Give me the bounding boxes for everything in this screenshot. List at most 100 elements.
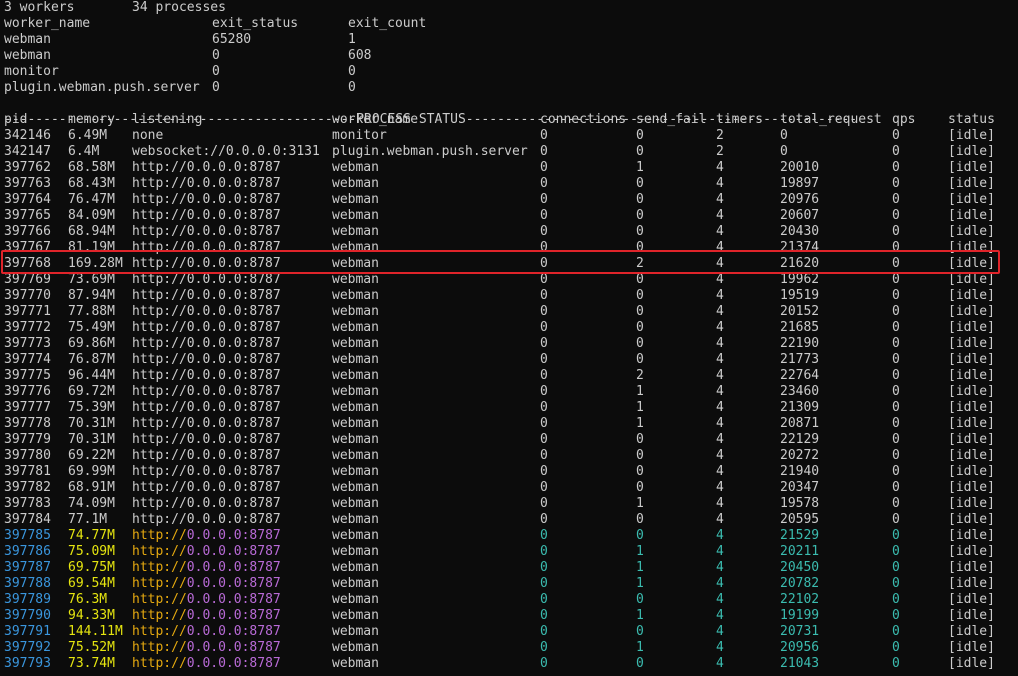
cell-listening: http://0.0.0.0:8787 [132,640,281,655]
cell-qps: 0 [892,352,900,367]
table-row: 397781 69.99M http://0.0.0.0:8787 webman 0 0 4… [0,464,1018,480]
exit-header: worker_name exit_status exit_count [0,16,1018,32]
exit-cell-worker-name: monitor [4,64,59,79]
cell-qps: 0 [892,384,900,399]
cell-memory: 74.77M [68,528,115,543]
cell-qps: 0 [892,400,900,415]
cell-send-fail: 0 [636,288,644,303]
cell-status: [idle] [948,544,995,559]
cell-worker-name: webman [332,560,379,575]
cell-status: [idle] [948,400,995,415]
cell-pid: 397775 [4,368,51,383]
cell-listening: http://0.0.0.0:8787 [132,160,281,175]
cell-qps: 0 [892,192,900,207]
cell-connections: 0 [540,224,548,239]
table-row: 397770 87.94M http://0.0.0.0:8787 webman 0 0 4… [0,288,1018,304]
cell-qps: 0 [892,448,900,463]
table-row: 342147 6.4M websocket://0.0.0.0:3131 plugin… [0,144,1018,160]
cell-memory: 76.47M [68,192,115,207]
col-qps: qps [892,112,916,127]
cell-qps: 0 [892,336,900,351]
cell-worker-name: webman [332,448,379,463]
cell-connections: 0 [540,560,548,575]
cell-worker-name: webman [332,528,379,543]
cell-connections: 0 [540,352,548,367]
cell-connections: 0 [540,160,548,175]
cell-connections: 0 [540,368,548,383]
cell-worker-name: webman [332,624,379,639]
cell-send-fail: 0 [636,192,644,207]
cell-timers: 4 [716,272,724,287]
cell-qps: 0 [892,576,900,591]
cell-total-request: 20595 [780,512,820,527]
cell-timers: 4 [716,192,724,207]
exit-cell-exit-count: 0 [348,64,356,79]
table-row: 397792 75.52M http://0.0.0.0:8787 webman 0 1 4… [0,640,1018,656]
cell-memory: 84.09M [68,208,115,223]
cell-pid: 397782 [4,480,51,495]
cell-pid: 342147 [4,144,51,159]
cell-status: [idle] [948,368,995,383]
table-row: 397775 96.44M http://0.0.0.0:8787 webman 0 2 4… [0,368,1018,384]
cell-pid: 397792 [4,640,51,655]
cell-status: [idle] [948,464,995,479]
cell-pid: 397769 [4,272,51,287]
cell-qps: 0 [892,592,900,607]
cell-worker-name: webman [332,512,379,527]
col-total-request: total_request [780,112,882,127]
exit-row: webman 0 608 [0,48,1018,64]
cell-qps: 0 [892,320,900,335]
cell-total-request: 22129 [780,432,820,447]
cell-total-request: 20272 [780,448,820,463]
cell-send-fail: 1 [636,576,644,591]
cell-listening: http://0.0.0.0:8787 [132,608,281,623]
terminal-window[interactable]: 3 workers 34 processes worker_name exit_… [0,0,1018,676]
cell-status: [idle] [948,640,995,655]
exit-cell-worker-name: webman [4,32,51,47]
cell-worker-name: webman [332,640,379,655]
cell-send-fail: 1 [636,160,644,175]
cell-send-fail: 0 [636,448,644,463]
cell-qps: 0 [892,640,900,655]
cell-qps: 0 [892,544,900,559]
cell-pid: 397788 [4,576,51,591]
cell-status: [idle] [948,224,995,239]
exit-cell-exit-status: 0 [212,64,220,79]
cell-connections: 0 [540,288,548,303]
exit-col-worker-name: worker_name [4,16,91,31]
cell-connections: 0 [540,432,548,447]
cell-pid: 397778 [4,416,51,431]
cell-timers: 2 [716,128,724,143]
cell-timers: 4 [716,400,724,415]
cell-timers: 4 [716,384,724,399]
col-memory: memory [68,112,115,127]
cell-connections: 0 [540,496,548,511]
cell-qps: 0 [892,512,900,527]
cell-worker-name: webman [332,208,379,223]
cell-worker-name: webman [332,400,379,415]
cell-total-request: 19519 [780,288,820,303]
cell-memory: 6.4M [68,144,100,159]
cell-send-fail: 0 [636,624,644,639]
cell-pid: 397777 [4,400,51,415]
cell-pid: 397773 [4,336,51,351]
cell-status: [idle] [948,176,995,191]
cell-timers: 4 [716,592,724,607]
cell-pid: 397793 [4,656,51,671]
cell-send-fail: 0 [636,208,644,223]
cell-memory: 75.39M [68,400,115,415]
cell-timers: 4 [716,416,724,431]
cell-listening: http://0.0.0.0:8787 [132,480,281,495]
col-status: status [948,112,995,127]
cell-status: [idle] [948,480,995,495]
cell-send-fail: 1 [636,496,644,511]
table-row: 397789 76.3M http://0.0.0.0:8787 webman 0 0 4 2… [0,592,1018,608]
cell-memory: 94.33M [68,608,115,623]
cell-memory: 87.94M [68,288,115,303]
cell-total-request: 19962 [780,272,820,287]
cell-connections: 0 [540,464,548,479]
cell-timers: 4 [716,576,724,591]
cell-memory: 70.31M [68,432,115,447]
cell-total-request: 21309 [780,400,820,415]
cell-timers: 4 [716,528,724,543]
